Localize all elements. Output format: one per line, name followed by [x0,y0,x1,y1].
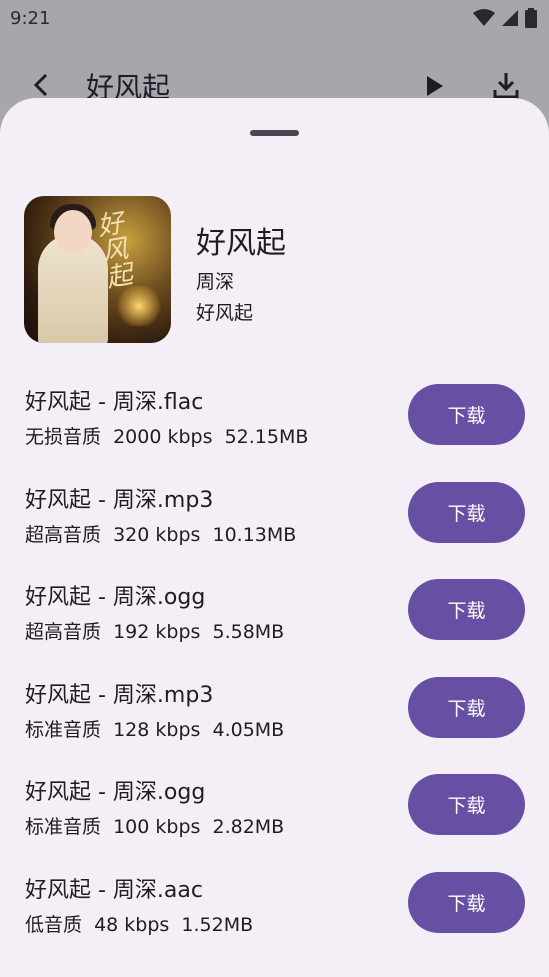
file-info: 超高音质 192 kbps 5.58MB [25,621,285,643]
wifi-icon [473,9,495,26]
file-info: 超高音质 320 kbps 10.13MB [25,524,297,546]
file-info: 标准音质 100 kbps 2.82MB [25,816,285,838]
file-name: 好风起 - 周深.mp3 [25,488,214,513]
download-button[interactable]: 下载 [408,677,525,738]
status-time: 9:21 [10,8,51,29]
song-artist: 周深 [196,271,235,293]
list-item: 好风起 - 周深.mp3 标准音质 128 kbps 4.05MB 下载 [0,677,549,775]
song-title: 好风起 [196,226,286,261]
file-info: 标准音质 128 kbps 4.05MB [25,719,285,741]
list-item: 好风起 - 周深.ogg 标准音质 100 kbps 2.82MB 下载 [0,774,549,872]
file-info: 低音质 48 kbps 1.52MB [25,914,254,936]
list-item: 好风起 - 周深.flac 无损音质 2000 kbps 52.15MB 下载 [0,384,549,482]
song-album: 好风起 [196,302,254,324]
download-button[interactable]: 下载 [408,774,525,835]
download-button[interactable]: 下载 [408,872,525,933]
download-icon[interactable] [491,70,521,100]
download-button[interactable]: 下载 [408,384,525,445]
signal-icon [502,10,518,26]
download-button[interactable]: 下载 [408,482,525,543]
file-name: 好风起 - 周深.ogg [25,585,206,610]
list-item: 好风起 - 周深.ogg 超高音质 192 kbps 5.58MB 下载 [0,579,549,677]
list-item: 好风起 - 周深.aac 低音质 48 kbps 1.52MB 下载 [0,872,549,970]
battery-icon [525,8,537,28]
album-cover: 好风起 [24,196,171,343]
drag-handle[interactable] [250,130,299,136]
download-sheet: 好风起 好风起 周深 好风起 好风起 - 周深.flac 无损音质 2000 k… [0,98,549,977]
play-icon[interactable] [421,74,447,98]
status-bar: 9:21 [0,0,549,40]
list-item: 好风起 - 周深.mp3 超高音质 320 kbps 10.13MB 下载 [0,482,549,580]
file-name: 好风起 - 周深.mp3 [25,683,214,708]
file-name: 好风起 - 周深.flac [25,390,204,415]
download-button[interactable]: 下载 [408,579,525,640]
file-info: 无损音质 2000 kbps 52.15MB [25,426,309,448]
file-name: 好风起 - 周深.aac [25,878,203,903]
file-name: 好风起 - 周深.ogg [25,780,206,805]
back-icon[interactable] [30,72,52,98]
status-icons [473,8,537,28]
